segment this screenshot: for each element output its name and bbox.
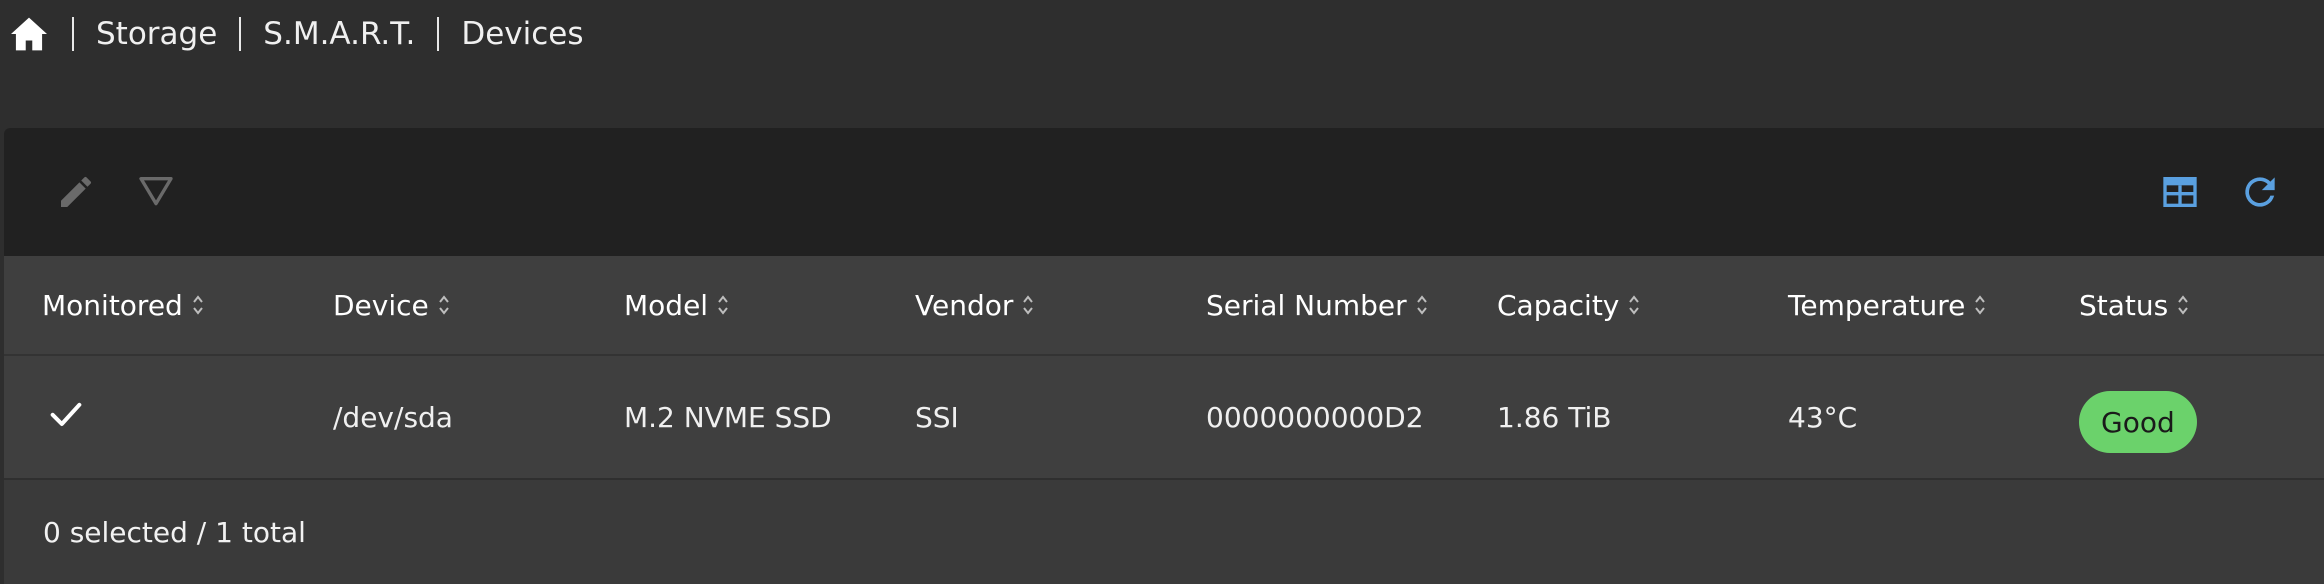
edit-button[interactable] (48, 166, 104, 222)
breadcrumb-separator (72, 17, 74, 51)
breadcrumb-item-smart[interactable]: S.M.A.R.T. (263, 16, 415, 52)
sort-icon (191, 293, 205, 317)
sort-icon (1973, 293, 1987, 317)
column-header-serial-number[interactable]: Serial Number (1206, 256, 1429, 354)
column-label: Capacity (1497, 288, 1620, 322)
device-cell: /dev/sda (333, 400, 453, 434)
refresh-button[interactable] (2232, 166, 2288, 222)
column-header-status[interactable]: Status (2079, 256, 2190, 354)
sort-icon (1627, 293, 1641, 317)
table-header: Monitored Device Model Vendor Serial Num… (4, 256, 2324, 356)
column-header-capacity[interactable]: Capacity (1497, 256, 1641, 354)
edit-icon (56, 172, 96, 216)
vendor-cell: SSI (915, 400, 959, 434)
status-badge: Good (2079, 391, 2197, 453)
capacity-cell: 1.86 TiB (1497, 400, 1612, 434)
breadcrumb-separator (239, 17, 242, 51)
table-layout-button[interactable] (2152, 166, 2208, 222)
refresh-icon (2238, 170, 2282, 218)
filter-icon (136, 172, 176, 216)
sort-icon (2176, 293, 2190, 317)
model-cell: M.2 NVME SSD (624, 400, 832, 434)
column-header-device[interactable]: Device (333, 256, 451, 354)
column-label: Temperature (1788, 288, 1966, 322)
temperature-cell: 43°C (1788, 400, 1858, 434)
selection-summary: 0 selected / 1 total (43, 515, 306, 549)
home-icon[interactable] (8, 13, 50, 55)
breadcrumb-separator (437, 17, 440, 51)
table-layout-icon (2160, 172, 2200, 216)
column-header-vendor[interactable]: Vendor (915, 256, 1035, 354)
sort-icon (437, 293, 451, 317)
status-cell: Good (2079, 356, 2197, 478)
column-label: Device (333, 288, 429, 322)
column-header-temperature[interactable]: Temperature (1788, 256, 1987, 354)
column-label: Serial Number (1206, 288, 1407, 322)
monitored-cell (46, 356, 86, 478)
breadcrumb-item-storage[interactable]: Storage (96, 16, 217, 52)
serial-number-cell: 0000000000D2 (1206, 400, 1424, 434)
checkmark-icon (46, 394, 86, 441)
table-row[interactable]: /dev/sda M.2 NVME SSD SSI 0000000000D2 1… (4, 356, 2324, 480)
column-label: Vendor (915, 288, 1014, 322)
toolbar (4, 128, 2324, 256)
table-footer: 0 selected / 1 total (4, 480, 2324, 584)
breadcrumb-item-devices: Devices (461, 16, 584, 52)
filter-button[interactable] (128, 166, 184, 222)
sort-icon (1415, 293, 1429, 317)
column-header-monitored[interactable]: Monitored (42, 256, 205, 354)
breadcrumb: Storage S.M.A.R.T. Devices (0, 0, 584, 68)
column-label: Monitored (42, 288, 183, 322)
devices-panel: Monitored Device Model Vendor Serial Num… (4, 128, 2324, 584)
column-label: Model (624, 288, 709, 322)
column-header-model[interactable]: Model (624, 256, 730, 354)
sort-icon (1021, 293, 1035, 317)
sort-icon (716, 293, 730, 317)
column-label: Status (2079, 288, 2169, 322)
